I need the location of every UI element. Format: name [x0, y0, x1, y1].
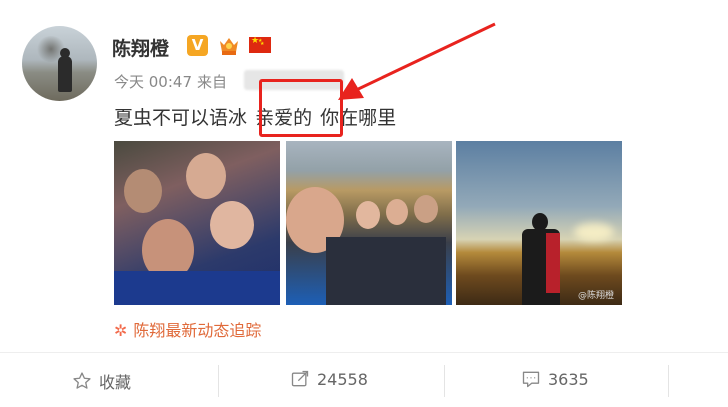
- post-text-before: 夏虫不可以语冰: [114, 107, 248, 129]
- follow-label: 陈翔最新动态追踪: [133, 321, 262, 340]
- action-separator: [218, 365, 219, 397]
- comment-button[interactable]: 3635: [521, 369, 589, 389]
- group-selfie-photo[interactable]: [114, 141, 280, 305]
- favorite-button[interactable]: 收藏: [72, 369, 131, 393]
- sunset-photo[interactable]: @陈翔橙: [456, 141, 622, 305]
- avatar[interactable]: [22, 26, 97, 101]
- comment-icon: [522, 371, 540, 388]
- group-selfie-photo-2[interactable]: [286, 141, 452, 305]
- post-meta: 今天 00:47 来自: [114, 71, 232, 92]
- comment-count: 3635: [548, 369, 589, 389]
- favorite-label: 收藏: [99, 373, 132, 392]
- avatar-person: [58, 56, 72, 92]
- follow-tracking-link[interactable]: ✲ 陈翔最新动态追踪: [114, 317, 261, 341]
- post-text: 夏虫不可以语冰 亲爱的 你在哪里: [114, 103, 396, 130]
- crown-icon: [220, 38, 238, 55]
- post-source-prefix: 来自: [197, 73, 228, 91]
- photo-watermark: @陈翔橙: [577, 291, 614, 301]
- flower-icon: ✲: [114, 321, 128, 340]
- repost-icon: [291, 370, 309, 387]
- repost-button[interactable]: 24558: [290, 369, 368, 389]
- username[interactable]: 陈翔橙: [112, 34, 169, 61]
- star-icon: [73, 372, 91, 389]
- post-time: 今天 00:47: [114, 73, 192, 91]
- annotation-arrow-icon: [338, 22, 496, 100]
- repost-count: 24558: [317, 369, 368, 389]
- divider: [0, 352, 728, 353]
- china-flag-icon: ★ ★ ★: [249, 37, 271, 53]
- verified-icon: V: [187, 35, 208, 56]
- action-separator: [668, 365, 669, 397]
- action-separator: [444, 365, 445, 397]
